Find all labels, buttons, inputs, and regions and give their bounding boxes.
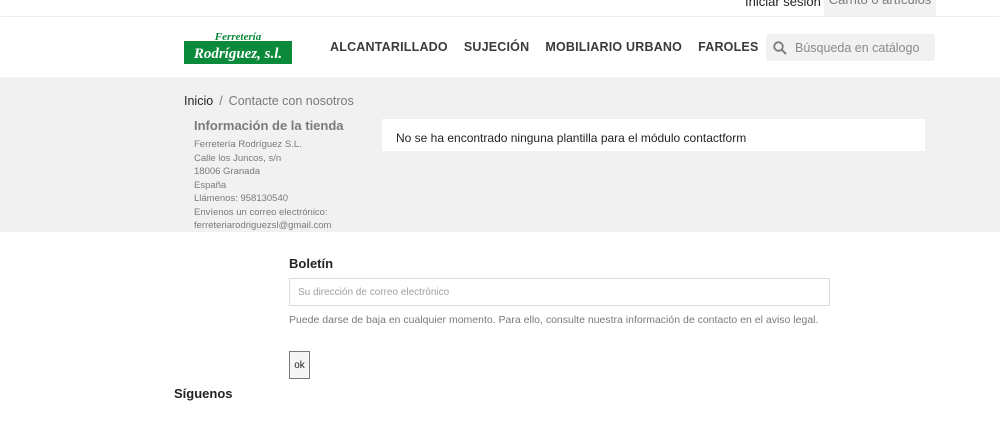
breadcrumb: Inicio / Contacte con nosotros [184, 94, 354, 108]
store-phone: Llámenos: 958130540 [194, 193, 289, 204]
top-bar: Iniciar sesión Carrito 0 artículos [0, 0, 1000, 17]
newsletter-title: Boletín [289, 256, 334, 271]
newsletter-legal-text: Puede darse de baja en cualquier momento… [289, 314, 819, 326]
site-header: Ferretería Rodríguez, s.l. ALCANTARILLAD… [0, 17, 1000, 77]
contact-content: Inicio / Contacte con nosotros Información… [0, 78, 1000, 232]
store-email-label: Envíenos un correo electrónico: [194, 206, 328, 218]
search-box[interactable] [766, 34, 935, 61]
search-icon[interactable] [773, 40, 787, 55]
newsletter-email-input[interactable] [289, 278, 830, 306]
main-nav: ALCANTARILLADO SUJECIÓN MOBILIARIO URBAN… [330, 40, 759, 54]
store-logo[interactable]: Ferretería Rodríguez, s.l. [184, 30, 292, 64]
logo-line2: Rodríguez, s.l. [193, 46, 282, 62]
breadcrumb-home[interactable]: Inicio [184, 94, 213, 108]
search-input[interactable] [793, 39, 927, 56]
store-info: Información de la tienda Ferretería Rodr… [194, 118, 374, 233]
login-link[interactable]: Iniciar sesión [745, 0, 821, 9]
store-street: Calle los Juncos, s/n [194, 152, 282, 164]
nav-item-mobiliario-urbano[interactable]: MOBILIARIO URBANO [545, 40, 682, 54]
logo-line1: Ferretería [214, 31, 262, 43]
newsletter-submit-button[interactable]: ok [289, 351, 310, 379]
contactform-notice: No se ha encontrado ninguna plantilla pa… [382, 119, 925, 151]
store-email[interactable]: ferreteriarodriguezsl@gmail.com [194, 219, 374, 233]
follow-us-title: Síguenos [174, 386, 233, 401]
store-city: 18006 Granada [194, 166, 261, 177]
nav-item-alcantarillado[interactable]: ALCANTARILLADO [330, 40, 448, 54]
store-name: Ferretería Rodríguez S.L. [194, 139, 302, 150]
breadcrumb-separator: / [219, 94, 223, 108]
nav-item-sujecion[interactable]: SUJECIÓN [464, 40, 530, 54]
cart-button[interactable]: Carrito 0 artículos [824, 0, 936, 16]
breadcrumb-current: Contacte con nosotros [228, 94, 354, 108]
nav-item-faroles[interactable]: FAROLES [698, 40, 758, 54]
newsletter-block: Boletín Puede darse de baja en cualquier… [289, 256, 830, 379]
store-info-title: Información de la tienda [194, 118, 344, 133]
store-country: España [194, 179, 227, 191]
